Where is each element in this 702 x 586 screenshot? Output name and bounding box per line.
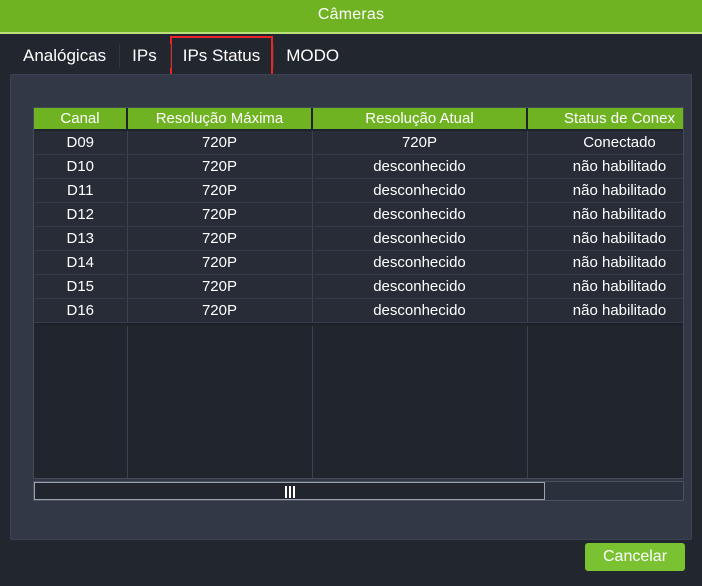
cell-resolucao-atual: desconhecido [312, 226, 528, 251]
tab-modo[interactable]: MODO [273, 36, 352, 76]
table-empty-area [34, 326, 683, 478]
table-row[interactable]: D14 720P desconhecido não habilitado [34, 250, 683, 275]
table-row[interactable]: D11 720P desconhecido não habilitado [34, 178, 683, 203]
cell-resolucao-atual: 720P [312, 130, 528, 155]
camera-status-table: Canal Resolução Máxima Resolução Atual S… [34, 108, 683, 323]
cell-canal: D12 [34, 202, 128, 227]
cell-resolucao-atual: desconhecido [312, 202, 528, 227]
cell-resolucao-atual: desconhecido [312, 298, 528, 323]
cell-status-de-conexao: não habilitado [527, 298, 683, 323]
table-body: D09 720P 720P Conectado D10 720P desconhecido n… [34, 130, 683, 323]
table-header: Canal Resolução Máxima Resolução Atual S… [34, 108, 683, 131]
cell-resolucao-maxima: 720P [127, 178, 313, 203]
cell-status-de-conexao: não habilitado [527, 202, 683, 227]
tab-ips-status[interactable]: IPs Status [169, 36, 274, 76]
cell-canal: D16 [34, 298, 128, 323]
footer-bar: Cancelar [0, 540, 702, 586]
column-header-status-de-conexao[interactable]: Status de Conex [527, 108, 683, 131]
window-title: Câmeras [317, 6, 385, 23]
cancel-button[interactable]: Cancelar [585, 543, 685, 571]
table-row[interactable]: D15 720P desconhecido não habilitado [34, 274, 683, 299]
scroll-grip-icon [284, 486, 296, 498]
horizontal-scrollbar[interactable] [33, 481, 684, 501]
content-panel: Canal Resolução Máxima Resolução Atual S… [10, 74, 692, 540]
cell-resolucao-maxima: 720P [127, 298, 313, 323]
cell-canal: D10 [34, 154, 128, 179]
tab-ips[interactable]: IPs [119, 36, 170, 76]
cell-canal: D11 [34, 178, 128, 203]
cell-resolucao-maxima: 720P [127, 202, 313, 227]
cell-resolucao-maxima: 720P [127, 226, 313, 251]
cell-status-de-conexao: não habilitado [527, 178, 683, 203]
tab-strip: Analógicas IPs IPs Status MODO [0, 36, 702, 76]
cell-canal: D13 [34, 226, 128, 251]
title-bar: Câmeras [0, 0, 702, 34]
tab-anal-gicas[interactable]: Analógicas [10, 36, 119, 76]
cell-resolucao-atual: desconhecido [312, 154, 528, 179]
table-row[interactable]: D13 720P desconhecido não habilitado [34, 226, 683, 251]
cameras-dialog: Câmeras Analógicas IPs IPs Status MODO Cana… [0, 0, 702, 586]
cell-resolucao-atual: desconhecido [312, 178, 528, 203]
scrollbar-thumb[interactable] [34, 482, 545, 500]
cell-status-de-conexao: Conectado [527, 130, 683, 155]
cell-resolucao-atual: desconhecido [312, 274, 528, 299]
cell-resolucao-maxima: 720P [127, 130, 313, 155]
table-row[interactable]: D12 720P desconhecido não habilitado [34, 202, 683, 227]
cell-resolucao-maxima: 720P [127, 250, 313, 275]
table-row[interactable]: D10 720P desconhecido não habilitado [34, 154, 683, 179]
cell-status-de-conexao: não habilitado [527, 250, 683, 275]
cell-resolucao-atual: desconhecido [312, 250, 528, 275]
cell-status-de-conexao: não habilitado [527, 154, 683, 179]
cell-canal: D15 [34, 274, 128, 299]
column-header-resolucao-maxima[interactable]: Resolução Máxima [127, 108, 313, 131]
column-header-canal[interactable]: Canal [34, 108, 128, 131]
table-row[interactable]: D09 720P 720P Conectado [34, 130, 683, 155]
table-header-row: Canal Resolução Máxima Resolução Atual S… [34, 108, 683, 131]
table-row[interactable]: D16 720P desconhecido não habilitado [34, 298, 683, 323]
cell-resolucao-maxima: 720P [127, 154, 313, 179]
cell-status-de-conexao: não habilitado [527, 226, 683, 251]
cell-canal: D14 [34, 250, 128, 275]
tab-list: Analógicas IPs IPs Status MODO [10, 36, 352, 76]
column-header-resolucao-atual[interactable]: Resolução Atual [312, 108, 528, 131]
cell-canal: D09 [34, 130, 128, 155]
camera-status-table-viewport: Canal Resolução Máxima Resolução Atual S… [33, 107, 684, 479]
cell-resolucao-maxima: 720P [127, 274, 313, 299]
cell-status-de-conexao: não habilitado [527, 274, 683, 299]
